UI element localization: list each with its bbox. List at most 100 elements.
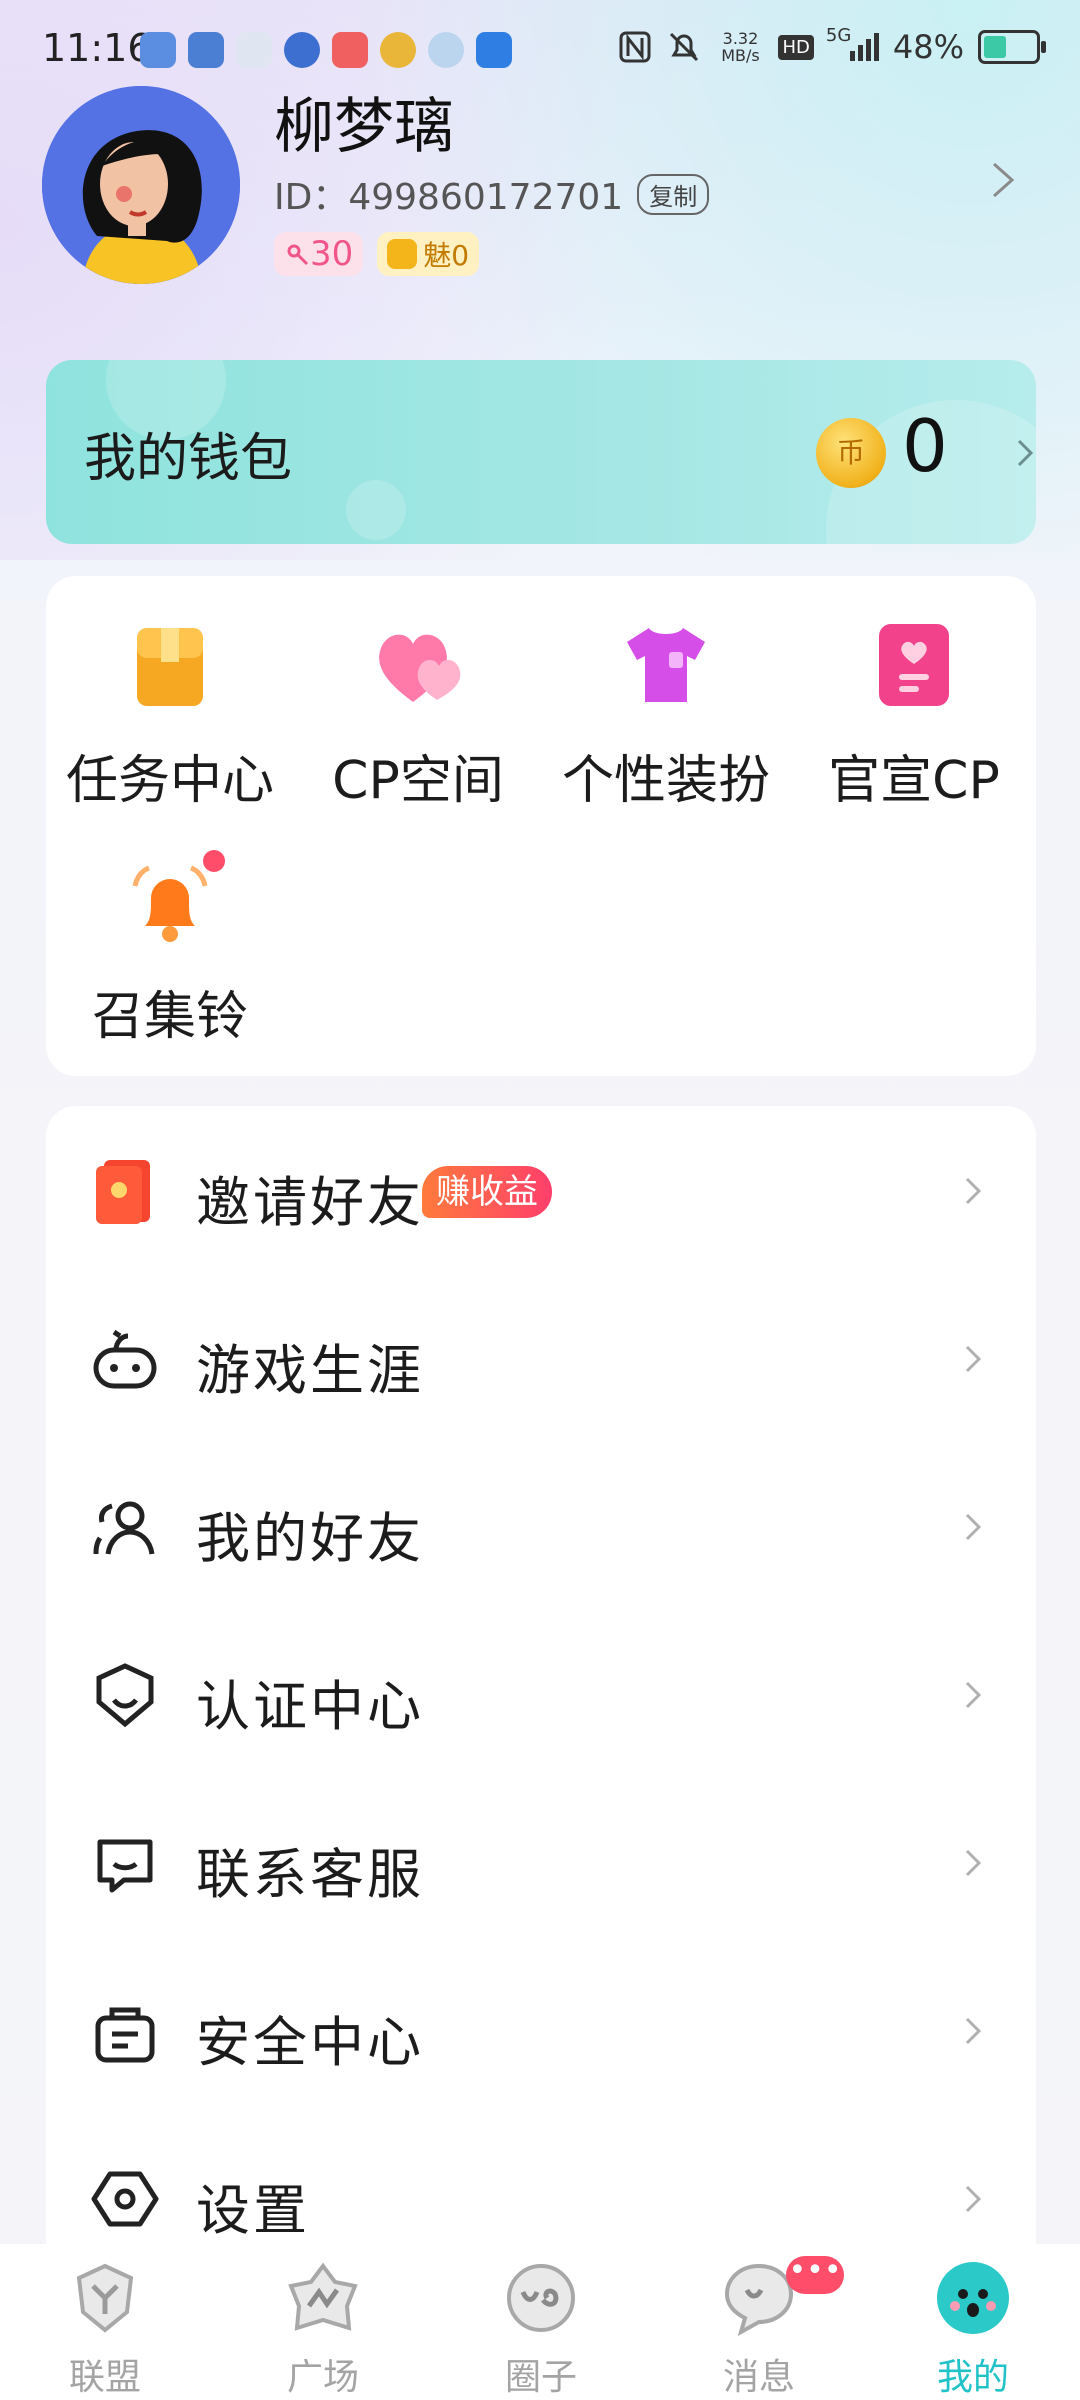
nav-label: 联盟 (68, 2357, 141, 2398)
nfc-icon (619, 31, 651, 63)
app-notification-icon (236, 32, 272, 68)
message-badge: ••• (786, 2256, 844, 2294)
menu-label: 联系客服 (196, 1843, 424, 1906)
bell-icon (125, 850, 225, 946)
signal-type: 5G (825, 25, 852, 46)
menu-my-friends[interactable]: 我的好友 (46, 1442, 1036, 1610)
menu-card: 邀请好友 赚收益 游戏生涯 我的好友 认证中心 联系客服 安全中心 设置 (46, 1106, 1036, 2396)
friends-icon (93, 1501, 155, 1555)
menu-invite-friends[interactable]: 邀请好友 赚收益 (46, 1106, 1036, 1274)
task-bag-icon (125, 620, 215, 710)
coin-symbol: 币 (836, 436, 865, 469)
app-notification-icon (476, 32, 512, 68)
bottom-navigation: 联盟 广场 圈子 消息 ••• 我的 (0, 2244, 1080, 2400)
calendar-notification-icon (332, 32, 368, 68)
level-value: 30 (310, 234, 354, 274)
hd-badge: HD (778, 34, 814, 60)
feature-dress-up[interactable]: 个性装扮 (542, 620, 790, 813)
chevron-right-icon (965, 2185, 982, 2213)
menu-label: 安全中心 (196, 2011, 424, 2074)
feature-cp-space[interactable]: CP空间 (294, 620, 542, 813)
menu-label: 邀请好友 (196, 1171, 424, 1234)
nav-label: 圈子 (504, 2357, 577, 2398)
level-badge[interactable]: 30 (274, 232, 364, 276)
wallet-balance: 0 (902, 404, 948, 488)
menu-label: 设置 (196, 2179, 310, 2242)
signal-bar (849, 51, 855, 61)
feature-task-center[interactable]: 任务中心 (46, 620, 294, 813)
nav-label: 消息 (722, 2357, 795, 2398)
app-notification-icon (284, 32, 320, 68)
chat-support-icon (97, 1839, 153, 1893)
charm-gem-icon (387, 239, 418, 269)
mine-icon (937, 2262, 1009, 2334)
feature-label: 任务中心 (65, 751, 274, 811)
charm-badge[interactable]: 魅0 (377, 232, 480, 276)
signal-indicator: 5G (826, 25, 879, 61)
shield-check-icon (96, 1663, 154, 1728)
notification-icons (140, 32, 512, 68)
hearts-icon (373, 620, 463, 710)
weather-notification-icon (380, 32, 416, 68)
feature-summon-bell[interactable]: 召集铃 (46, 850, 294, 1049)
feature-label: 个性装扮 (561, 751, 770, 811)
user-id: ID：499860172701 复制 (274, 168, 710, 220)
feature-label: 召集铃 (91, 987, 248, 1047)
settings-icon (91, 2171, 159, 2227)
nav-plaza[interactable]: 广场 (248, 2260, 398, 2400)
nav-mine[interactable]: 我的 (898, 2260, 1048, 2400)
network-speed: 3.32 MB/s (721, 29, 760, 65)
app-notification-icon (188, 32, 224, 68)
gamepad-icon (93, 1329, 157, 1389)
feature-label: 官宣CP (828, 751, 1000, 811)
menu-contact-support[interactable]: 联系客服 (46, 1778, 1036, 1946)
safe-box-icon (95, 2007, 155, 2063)
bell-red-dot (203, 850, 225, 872)
wallet-decoration (346, 480, 406, 540)
chevron-right-icon (965, 1345, 982, 1373)
chevron-right-icon (965, 1849, 982, 1877)
features-card: 任务中心 CP空间 个性装扮 官宣CP 召集铃 (46, 576, 1036, 1076)
tshirt-icon (621, 620, 711, 710)
profile-chevron-right-icon[interactable] (990, 160, 1018, 200)
status-bar: 11:16 3.32 MB/s HD 5G 48% (0, 0, 1080, 100)
red-envelope-icon (96, 1160, 150, 1224)
chevron-right-icon (965, 1177, 982, 1205)
nav-alliance[interactable]: 联盟 (30, 2260, 180, 2400)
menu-label: 我的好友 (196, 1507, 424, 1570)
username: 柳梦璃 (274, 92, 454, 162)
nav-label: 广场 (286, 2357, 359, 2398)
menu-verification-center[interactable]: 认证中心 (46, 1610, 1036, 1778)
nav-circle[interactable]: 圈子 (466, 2260, 616, 2400)
battery-icon (978, 30, 1046, 64)
nav-label: 我的 (936, 2357, 1009, 2398)
app-notification-icon (140, 32, 176, 68)
chevron-right-icon (965, 2017, 982, 2045)
system-icons: 3.32 MB/s HD 5G 48% (618, 25, 1046, 66)
battery-percent: 48% (892, 28, 964, 66)
feature-label: CP空间 (332, 751, 504, 811)
telegram-notification-icon (428, 32, 464, 68)
status-time: 11:16 (42, 26, 152, 70)
user-id-text: ID：499860172701 (274, 177, 624, 218)
coin-icon: 币 (816, 418, 886, 488)
circle-icon (507, 2264, 575, 2332)
wallet-chevron-right-icon (1017, 439, 1034, 467)
profile-badges: 30 魅0 (274, 232, 480, 276)
avatar[interactable] (42, 86, 240, 284)
mute-bell-icon (670, 32, 699, 62)
menu-label: 认证中心 (196, 1675, 424, 1738)
announce-card-icon (869, 620, 959, 710)
charm-value: 魅0 (423, 239, 470, 272)
signal-bar (873, 33, 879, 61)
earn-tag: 赚收益 (422, 1166, 552, 1218)
feature-announce-cp[interactable]: 官宣CP (790, 620, 1038, 813)
menu-label: 游戏生涯 (196, 1339, 424, 1402)
signal-bar (857, 45, 863, 61)
plaza-icon (288, 2262, 358, 2331)
menu-security-center[interactable]: 安全中心 (46, 1946, 1036, 2114)
wallet-card[interactable]: 我的钱包 币 0 (46, 360, 1036, 544)
avatar-illustration (42, 86, 240, 284)
copy-id-button[interactable]: 复制 (637, 173, 710, 215)
menu-game-career[interactable]: 游戏生涯 (46, 1274, 1036, 1442)
